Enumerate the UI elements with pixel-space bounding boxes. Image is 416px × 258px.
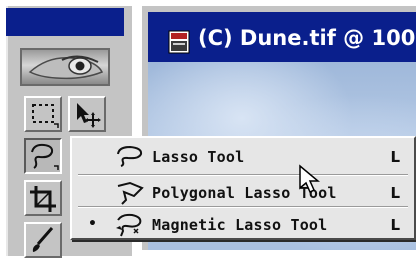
mouse-cursor-icon xyxy=(298,164,321,198)
marquee-icon xyxy=(32,104,59,128)
selected-bullet: • xyxy=(88,216,97,232)
toolbox-titlebar[interactable] xyxy=(6,8,124,36)
marquee-tool-button[interactable] xyxy=(24,96,62,132)
lasso-icon xyxy=(112,144,148,172)
move-icon xyxy=(77,103,101,128)
lasso-icon xyxy=(31,143,59,170)
lasso-tools-flyout-menu: Lasso Tool L Polygonal Lasso Tool L • Ma… xyxy=(70,136,416,240)
menu-item-shortcut: L xyxy=(390,148,400,166)
brush-icon xyxy=(32,227,54,252)
document-titlebar[interactable]: (C) Dune.tif @ 100% xyxy=(148,12,416,62)
document-file-icon xyxy=(168,30,190,58)
menu-item-shortcut: L xyxy=(390,216,400,234)
crop-tool-button[interactable] xyxy=(24,180,62,216)
document-title: (C) Dune.tif @ 100% xyxy=(198,26,416,50)
lasso-tool-button[interactable] xyxy=(24,138,62,174)
photoshop-eye-logo[interactable] xyxy=(20,48,110,86)
menu-item-magnetic-lasso-tool[interactable]: • Magnetic Lasso Tool L xyxy=(74,210,412,240)
brush-tool-button[interactable] xyxy=(24,222,62,258)
crop-icon xyxy=(30,186,56,212)
menu-item-polygonal-lasso-tool[interactable]: Polygonal Lasso Tool L xyxy=(74,178,412,208)
move-tool-button[interactable] xyxy=(68,96,106,132)
menu-separator xyxy=(78,174,408,176)
menu-item-lasso-tool[interactable]: Lasso Tool L xyxy=(74,142,412,172)
magnetic-lasso-icon xyxy=(112,212,148,242)
menu-item-shortcut: L xyxy=(390,184,400,202)
menu-item-label: Lasso Tool xyxy=(152,148,245,166)
menu-separator xyxy=(78,206,408,208)
menu-item-label: Magnetic Lasso Tool xyxy=(152,216,328,234)
